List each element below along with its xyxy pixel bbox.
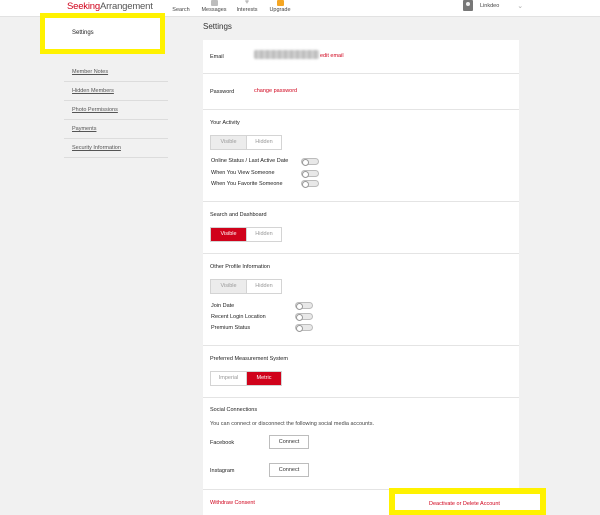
toggle-label: Online Status / Last Active Date <box>211 158 289 164</box>
search-hidden-option[interactable]: Hidden <box>246 228 281 241</box>
recent-login-switch[interactable] <box>295 313 313 321</box>
nav-messages-label: Messages <box>201 7 227 13</box>
sidebar-item-hidden-members[interactable]: Hidden Members <box>64 82 168 101</box>
other-visible-option[interactable]: Visible <box>211 280 246 293</box>
messages-icon <box>210 0 218 6</box>
search-dashboard-title: Search and Dashboard <box>210 212 267 218</box>
favorite-someone-switch[interactable] <box>301 180 319 188</box>
sidebar-item-label: Payments <box>72 126 97 132</box>
online-status-switch[interactable] <box>301 158 319 166</box>
delete-account-link[interactable]: Deactivate or Delete Account <box>429 501 500 507</box>
measurement-title: Preferred Measurement System <box>210 356 288 362</box>
divider <box>203 109 519 110</box>
nav-search-label: Search <box>172 7 190 13</box>
password-label: Password <box>210 89 235 95</box>
search-icon <box>178 0 185 6</box>
settings-panel <box>203 40 519 515</box>
activity-title: Your Activity <box>210 120 240 126</box>
sidebar-item-settings[interactable]: Settings <box>40 13 165 54</box>
toggle-label: Recent Login Location <box>211 314 266 320</box>
instagram-label: Instagram <box>210 468 235 474</box>
nav-interests[interactable]: ♥ Interests <box>232 0 262 13</box>
divider <box>203 397 519 398</box>
toggle-label: When You View Someone <box>211 170 275 176</box>
divider <box>203 73 519 74</box>
delete-account-highlight: Deactivate or Delete Account <box>389 488 546 515</box>
sidebar-item-security-information[interactable]: Security Information <box>64 139 168 158</box>
upgrade-icon <box>276 0 284 6</box>
page-title: Settings <box>203 22 232 31</box>
measurement-toggle: Imperial Metric <box>210 371 282 386</box>
social-title: Social Connections <box>210 407 258 413</box>
sidebar-item-member-notes[interactable]: Member Notes <box>64 63 168 82</box>
activity-visibility-toggle: Visible Hidden <box>210 135 282 150</box>
imperial-option[interactable]: Imperial <box>211 372 246 385</box>
activity-hidden-option[interactable]: Hidden <box>246 136 281 149</box>
other-hidden-option[interactable]: Hidden <box>246 280 281 293</box>
instagram-connect-button[interactable]: Connect <box>269 463 309 477</box>
nav-interests-label: Interests <box>236 7 258 13</box>
premium-status-switch[interactable] <box>295 324 313 332</box>
sidebar-item-label: Security Information <box>72 145 121 151</box>
logo[interactable]: SeekingArrangement <box>67 1 153 12</box>
user-menu[interactable]: Linkdeo ⌄ <box>463 0 523 11</box>
join-date-switch[interactable] <box>295 302 313 310</box>
activity-visible-option[interactable]: Visible <box>211 136 246 149</box>
divider <box>203 201 519 202</box>
facebook-label: Facebook <box>210 440 235 446</box>
divider <box>203 253 519 254</box>
search-visible-option[interactable]: Visible <box>211 228 246 241</box>
heart-icon: ♥ <box>244 0 250 6</box>
sidebar-item-payments[interactable]: Payments <box>64 120 168 139</box>
email-value-redacted <box>254 50 319 59</box>
other-profile-visibility-toggle: Visible Hidden <box>210 279 282 294</box>
toggle-label: Join Date <box>211 303 235 309</box>
sidebar-item-label: Hidden Members <box>72 88 114 94</box>
search-dashboard-visibility-toggle: Visible Hidden <box>210 227 282 242</box>
logo-arrangement: Arrangement <box>99 1 153 12</box>
chevron-down-icon: ⌄ <box>517 2 524 10</box>
view-someone-switch[interactable] <box>301 170 319 178</box>
sidebar-item-photo-permissions[interactable]: Photo Permissions <box>64 101 168 120</box>
facebook-connect-button[interactable]: Connect <box>269 435 309 449</box>
sidebar-item-label: Member Notes <box>72 69 109 75</box>
email-label: Email <box>210 54 224 60</box>
avatar <box>463 0 473 11</box>
withdraw-consent-link[interactable]: Withdraw Consent <box>210 500 255 506</box>
divider <box>203 345 519 346</box>
username: Linkdeo <box>480 2 500 9</box>
other-profile-title: Other Profile Information <box>210 264 270 270</box>
sidebar-item-label: Settings <box>72 30 94 36</box>
metric-option[interactable]: Metric <box>246 372 281 385</box>
edit-email-link[interactable]: edit email <box>320 53 344 59</box>
nav-upgrade-label: Upgrade <box>269 7 291 13</box>
toggle-label: Premium Status <box>211 325 251 331</box>
logo-seeking: Seeking <box>67 1 100 12</box>
nav-upgrade[interactable]: Upgrade <box>265 0 295 13</box>
nav-search[interactable]: Search <box>166 0 196 13</box>
social-description: You can connect or disconnect the follow… <box>210 421 374 427</box>
nav-messages[interactable]: Messages <box>199 0 229 13</box>
change-password-link[interactable]: change password <box>254 88 297 94</box>
sidebar-item-label: Photo Permissions <box>72 107 118 113</box>
toggle-label: When You Favorite Someone <box>211 181 283 187</box>
